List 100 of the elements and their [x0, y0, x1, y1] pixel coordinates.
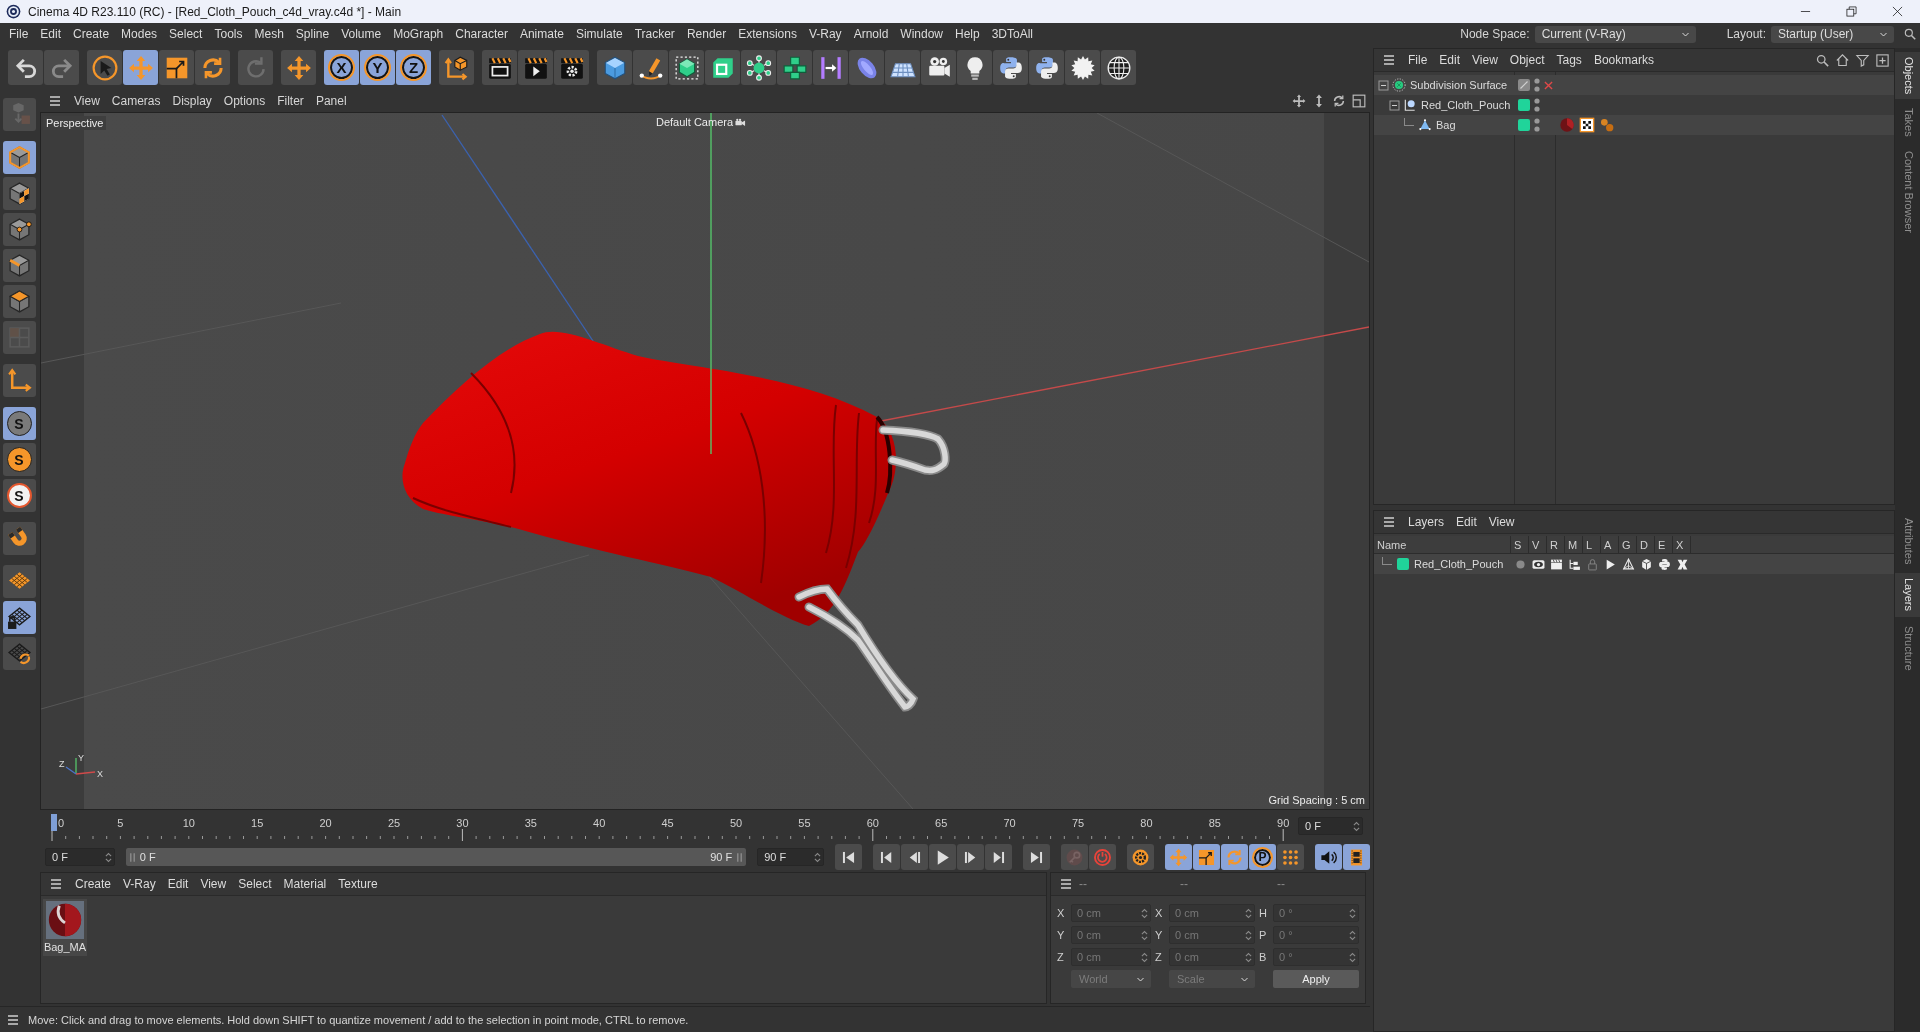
parameter-key-button[interactable]: P [1249, 844, 1276, 870]
object-name[interactable]: Subdivision Surface [1410, 79, 1508, 91]
axis-lock-button[interactable]: X [324, 50, 359, 85]
dot-icon[interactable] [1513, 557, 1527, 571]
menu-item[interactable]: Texture [332, 875, 384, 893]
pen-button[interactable] [633, 50, 668, 85]
previous-key-button[interactable] [873, 844, 900, 870]
floor-button[interactable] [885, 50, 920, 85]
render-view-button[interactable] [482, 50, 517, 85]
move-button[interactable] [281, 50, 316, 85]
key-settings-button[interactable] [1127, 844, 1154, 870]
menu-item[interactable]: View [68, 94, 106, 108]
snap-button[interactable]: S [2, 479, 36, 512]
menu-item[interactable]: 3DToAll [985, 25, 1040, 43]
cube-icon[interactable] [1639, 557, 1653, 571]
model-mode-button[interactable] [2, 141, 36, 174]
layer-row[interactable]: Red_Cloth_Pouch [1374, 554, 1894, 574]
hierarchy-icon[interactable] [1567, 557, 1581, 571]
object-row[interactable]: Bag [1374, 115, 1894, 135]
cross-icon[interactable] [1544, 80, 1553, 90]
menu-item[interactable]: Character [449, 25, 514, 43]
spinner-icon[interactable] [104, 851, 112, 863]
first-frame-button[interactable] [835, 844, 862, 870]
object-name[interactable]: Bag [1436, 119, 1456, 131]
spinner-icon[interactable] [814, 851, 821, 863]
menu-item[interactable]: Spline [289, 25, 336, 43]
subdivision-button[interactable] [669, 50, 704, 85]
viewport[interactable]: Perspective Default Camera Grid Spacing : 5 cm Y Z X [40, 112, 1370, 810]
menu-icon[interactable] [49, 878, 63, 890]
render-settings-button[interactable] [554, 50, 589, 85]
play-button[interactable] [929, 844, 956, 870]
field-button[interactable] [849, 50, 884, 85]
layout-dropdown[interactable]: Startup (User) [1771, 25, 1894, 43]
menu-item[interactable]: Arnold [847, 25, 895, 43]
side-tab[interactable]: Takes [1895, 103, 1920, 143]
start-frame-field[interactable]: 0 F [45, 848, 115, 866]
previous-frame-button[interactable] [901, 844, 928, 870]
layer-name[interactable]: Red_Cloth_Pouch [1414, 558, 1504, 570]
rotate-button[interactable] [195, 50, 230, 85]
checker-icon[interactable] [1579, 117, 1595, 133]
menu-item[interactable]: Tools [208, 25, 249, 43]
menu-item[interactable]: Animate [513, 25, 570, 43]
workplane-lock-button[interactable] [2, 601, 36, 634]
menu-item[interactable]: Tags [1550, 51, 1588, 69]
frame-range-slider[interactable]: 0 F 90 F [125, 848, 747, 866]
slashed-square-icon[interactable] [1518, 79, 1530, 91]
sphere-button[interactable] [1101, 50, 1136, 85]
texture-mode-button[interactable] [2, 177, 36, 210]
menu-item[interactable]: Help [949, 25, 986, 43]
object-row[interactable]: Subdivision Surface [1374, 75, 1894, 95]
menu-item[interactable]: Object [1503, 51, 1551, 69]
menu-item[interactable]: Select [163, 25, 209, 43]
select-button[interactable] [87, 50, 122, 85]
magnet-button[interactable] [2, 522, 36, 555]
pyramid-icon[interactable] [1621, 557, 1635, 571]
snap-button[interactable]: S [2, 443, 36, 476]
starburst-button[interactable] [1065, 50, 1100, 85]
swatch-icon[interactable] [1397, 558, 1409, 570]
search-icon[interactable] [1815, 52, 1830, 68]
menu-item[interactable]: Simulate [569, 25, 629, 43]
menu-icon[interactable] [6, 1013, 20, 1026]
current-frame-field[interactable]: 0 F [1298, 817, 1363, 835]
side-tab[interactable]: Objects [1895, 52, 1920, 100]
menu-item[interactable]: Display [166, 94, 218, 108]
render-button[interactable] [518, 50, 553, 85]
side-tab[interactable]: Layers [1895, 573, 1920, 617]
two-dots-icon[interactable] [1534, 98, 1540, 112]
menu-item[interactable]: Render [680, 25, 733, 43]
timeline-ruler[interactable]: 0 5 10 15 20 25 30 35 40 45 50 55 60 65 70 75 80 85 90 [43, 811, 1295, 841]
menu-item[interactable]: Mesh [248, 25, 290, 43]
workplane-button[interactable] [2, 565, 36, 598]
menu-item[interactable]: Panel [309, 94, 353, 108]
swatch-icon[interactable] [1518, 119, 1530, 131]
extrude-button[interactable] [705, 50, 740, 85]
menu-item[interactable]: Tracker [628, 25, 681, 43]
menu-item[interactable]: View [1466, 51, 1504, 69]
menu-item[interactable]: V-Ray [117, 875, 162, 893]
polygons-mode-button[interactable] [2, 285, 36, 318]
point-level-button[interactable] [1277, 844, 1304, 870]
menu-item[interactable]: Create [69, 875, 118, 893]
spinner-icon[interactable] [1353, 820, 1360, 832]
scale-button[interactable] [159, 50, 194, 85]
menu-item[interactable]: Volume [335, 25, 388, 43]
last-frame-button[interactable] [1023, 844, 1050, 870]
filter-icon[interactable] [1855, 52, 1870, 68]
search-icon[interactable] [1903, 27, 1917, 41]
eye-icon[interactable] [1531, 557, 1545, 571]
coordinate-system-button[interactable] [439, 50, 474, 85]
side-tab[interactable]: Attributes [1895, 513, 1920, 570]
light-button[interactable] [957, 50, 992, 85]
side-tab[interactable]: Structure [1895, 620, 1920, 676]
menu-item[interactable]: Filter [271, 94, 310, 108]
menu-icon[interactable] [1382, 54, 1396, 66]
menu-item[interactable]: Layers [1402, 513, 1451, 531]
node-space-dropdown[interactable]: Current (V-Ray) [1534, 25, 1696, 43]
move-arrows-icon[interactable] [1292, 94, 1306, 108]
cube-button[interactable] [597, 50, 632, 85]
film-button[interactable] [1343, 844, 1370, 870]
camera-button[interactable] [921, 50, 956, 85]
clapperboard-icon[interactable] [1549, 557, 1563, 571]
